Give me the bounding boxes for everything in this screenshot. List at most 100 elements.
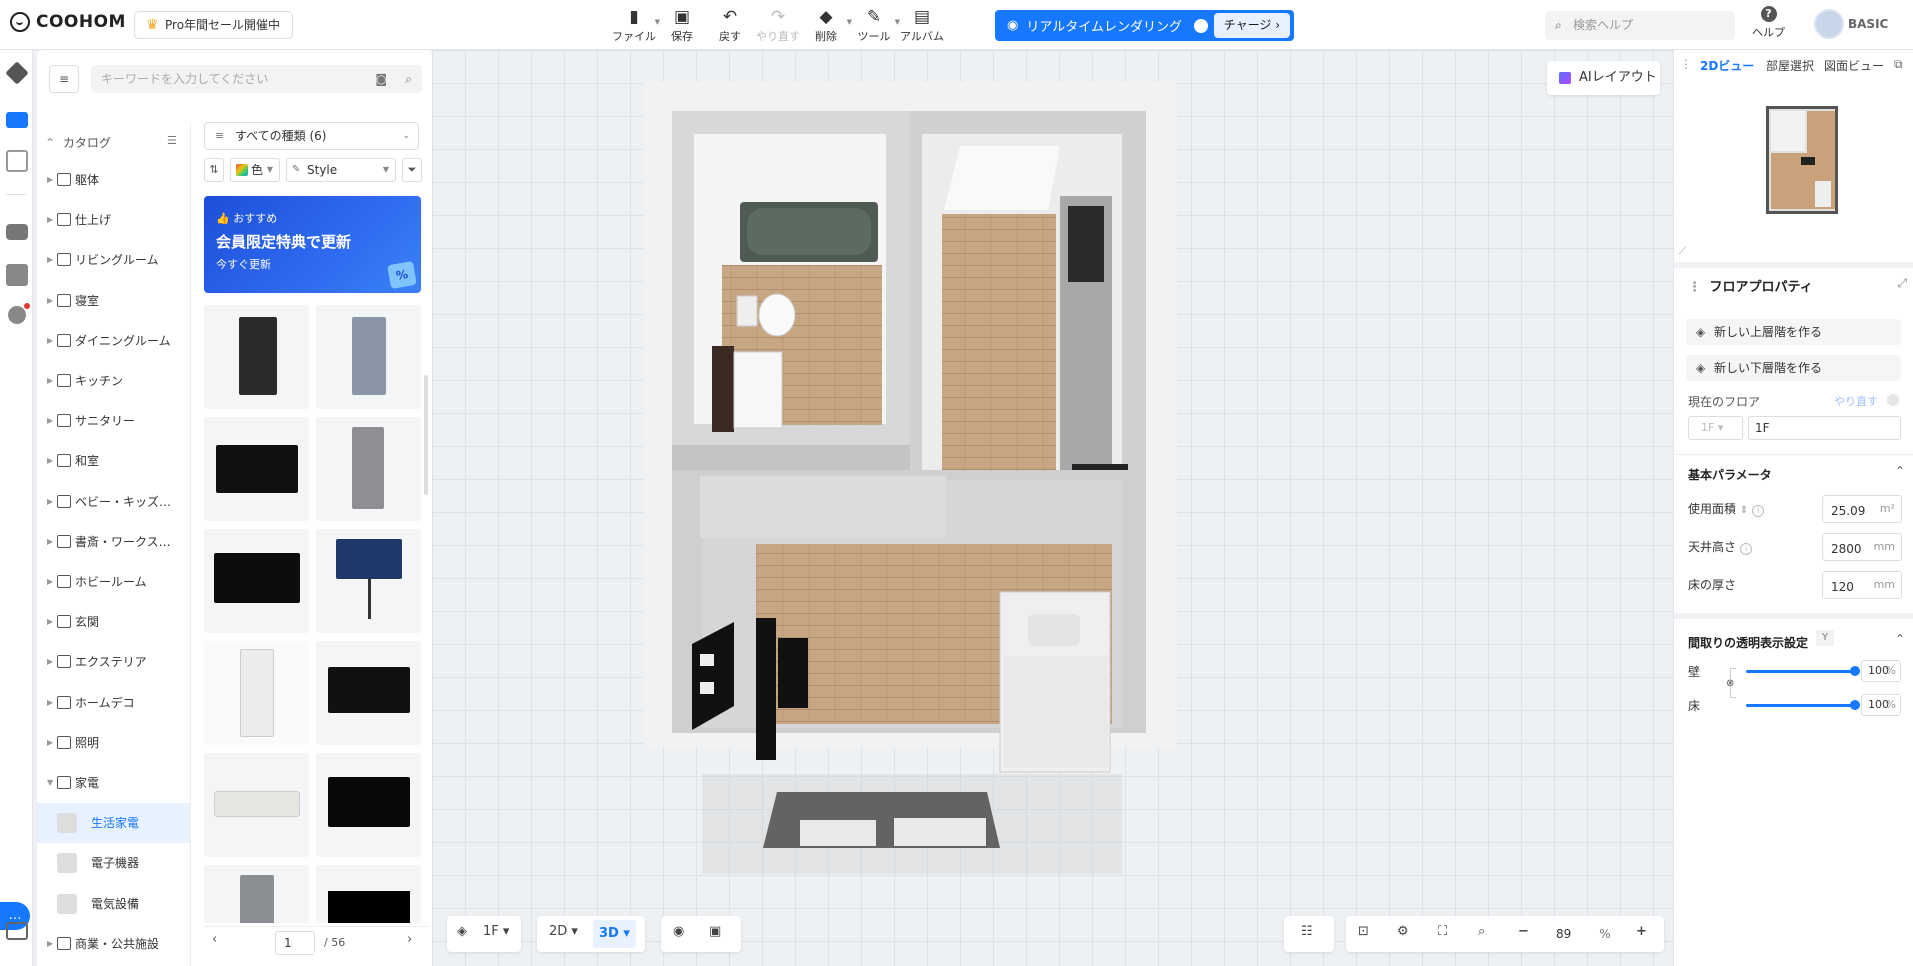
tree-item[interactable]: ▶ キッチン <box>37 361 190 401</box>
save-button[interactable]: ▣ 保存 <box>660 4 704 44</box>
tree-item[interactable]: ▶ 書斎・ワークス… <box>37 522 190 562</box>
undo-button[interactable]: ↶ 戻す <box>708 4 752 44</box>
floor-dropdown[interactable]: 1F ▾ <box>1688 416 1743 440</box>
fit-view-icon[interactable]: ⊡ <box>1358 924 1369 939</box>
zoom-in-icon[interactable]: + <box>1636 924 1647 939</box>
box-icon[interactable] <box>6 264 28 286</box>
product-card[interactable] <box>204 641 309 745</box>
tree-item[interactable]: ▼ 家電 <box>37 763 190 803</box>
tools-button[interactable]: ✎ ツール ▼ <box>852 4 901 44</box>
filter-list-icon[interactable]: ☰ <box>167 134 177 147</box>
wall-opacity-input[interactable]: 100 % <box>1861 660 1901 682</box>
product-card[interactable] <box>204 417 309 521</box>
product-card[interactable] <box>316 641 421 745</box>
camera-icon[interactable] <box>6 224 28 240</box>
bulb-icon[interactable] <box>8 306 26 324</box>
tree-item[interactable]: ▶ 仕上げ <box>37 200 190 240</box>
popout-icon[interactable]: ⧉ <box>1894 57 1903 72</box>
product-card[interactable] <box>316 417 421 521</box>
furniture-icon[interactable] <box>6 112 28 128</box>
product-card[interactable] <box>316 529 421 633</box>
design-canvas[interactable] <box>432 50 1674 966</box>
sort-button[interactable]: ⇅ <box>204 158 224 182</box>
catalog-heading[interactable]: ⌃ カタログ <box>45 134 111 151</box>
ceiling-height-input[interactable]: 2800 mm <box>1822 533 1902 561</box>
eye-icon[interactable]: ◉ <box>673 924 684 939</box>
area-input[interactable]: 25.09 m² <box>1822 495 1902 523</box>
zoom-input[interactable]: 89% <box>1546 922 1626 946</box>
zoom-area-icon[interactable]: ⌕ <box>1478 924 1485 939</box>
wall-slider-knob[interactable] <box>1850 666 1860 676</box>
product-card[interactable] <box>316 305 421 409</box>
next-page-icon[interactable]: › <box>407 932 412 947</box>
minimap[interactable] <box>1766 106 1838 214</box>
tree-item[interactable]: ▶ 躯体 <box>37 160 190 200</box>
panel-toggle-icon[interactable] <box>6 922 28 940</box>
tree-item[interactable]: ▶ 玄関 <box>37 602 190 642</box>
floor-thickness-input[interactable]: 120 mm <box>1822 571 1902 599</box>
tree-item[interactable]: ▶ 照明 <box>37 723 190 763</box>
layers-icon[interactable] <box>5 61 29 85</box>
delete-button[interactable]: ◆ 削除 ▼ <box>804 4 852 44</box>
tab-2d-view[interactable]: 2Dビュー <box>1700 57 1754 74</box>
resize-handle-icon[interactable]: ⟋ <box>1679 246 1686 257</box>
help-button[interactable]: ? ヘルプ <box>1752 6 1785 40</box>
search-icon[interactable]: ⌕ <box>405 65 412 93</box>
catalog-scrollbar[interactable] <box>424 375 428 495</box>
promo-button[interactable]: ♛ Pro年間セール開催中 <box>134 11 294 39</box>
avatar[interactable] <box>1814 9 1844 39</box>
tree-item[interactable]: ▶ ホームデコ <box>37 683 190 723</box>
tree-item[interactable]: ▶ ベビー・キッズ… <box>37 482 190 522</box>
zoom-out-icon[interactable]: − <box>1518 924 1529 939</box>
realtime-render-button[interactable]: ◉ リアルタイムレンダリング ▾ チャージ › <box>995 10 1294 41</box>
tree-subitem[interactable]: 生活家電 <box>37 803 190 844</box>
ai-layout-button[interactable]: AIレイアウト <box>1547 61 1660 95</box>
prev-page-icon[interactable]: ‹ <box>212 932 217 947</box>
charge-button[interactable]: チャージ › <box>1213 13 1290 38</box>
render-toggle[interactable] <box>1193 18 1208 33</box>
tree-item[interactable]: ▶ サニタリー <box>37 401 190 441</box>
product-card[interactable] <box>316 753 421 857</box>
new-lower-floor-button[interactable]: ◈ 新しい下層階を作る <box>1686 355 1901 381</box>
file-button[interactable]: ▮ ファイル ▼ <box>612 4 660 44</box>
new-upper-floor-button[interactable]: ◈ 新しい上層階を作る <box>1686 319 1901 345</box>
collapse-panel-button[interactable]: ≡ <box>49 65 79 93</box>
drag-handle-icon[interactable]: ⋮ <box>1688 280 1701 295</box>
layers-stack-icon[interactable]: ◈ <box>457 924 467 939</box>
tree-item[interactable]: ▶ 寝室 <box>37 281 190 321</box>
color-filter[interactable]: 色 ▼ <box>230 158 280 182</box>
floor-select[interactable]: 1F ▾ <box>483 924 509 939</box>
catalog-search-input[interactable]: キーワードを入力してください ◙ ⌕ <box>91 65 422 93</box>
redo-button[interactable]: ↷ やり直す <box>756 4 800 44</box>
tree-subitem[interactable]: 電子機器 <box>37 843 190 883</box>
toggle-settings-icon[interactable]: ☷ <box>1301 924 1313 939</box>
tree-subitem[interactable]: 電気設備 <box>37 884 190 924</box>
filter-icon[interactable]: ⏷ <box>402 158 422 182</box>
promo-banner[interactable]: 👍 おすすめ 会員限定特典で更新 今すぐ更新 % <box>204 196 421 293</box>
tree-item[interactable]: ▶ ダイニングルーム <box>37 321 190 361</box>
chevron-up-icon[interactable]: ⌃ <box>1895 464 1905 478</box>
help-search-input[interactable]: ⌕ 検索ヘルプ <box>1545 11 1735 40</box>
page-input[interactable]: 1 <box>275 931 315 955</box>
expand-icon[interactable]: ⤢ <box>1897 276 1907 291</box>
wall-opacity-slider[interactable] <box>1746 670 1854 673</box>
floor-slider-knob[interactable] <box>1850 700 1860 710</box>
album-button[interactable]: ▤ アルバム <box>900 4 944 44</box>
tree-item[interactable]: ▶ ホビールーム <box>37 562 190 602</box>
floor-plan-3d-view[interactable] <box>432 50 1674 966</box>
product-card[interactable] <box>204 305 309 409</box>
brand-logo[interactable]: COOHOM <box>10 12 126 32</box>
tree-item[interactable]: ▶ リビングルーム <box>37 240 190 280</box>
floor-opacity-input[interactable]: 100 % <box>1861 694 1901 716</box>
product-card[interactable] <box>204 753 309 857</box>
focus-icon[interactable]: ⛶ <box>1438 924 1447 939</box>
tab-room-select[interactable]: 部屋選択 <box>1766 57 1814 74</box>
view-settings-icon[interactable]: ⚙ <box>1397 924 1409 939</box>
chevron-up-icon[interactable]: ⌃ <box>1895 632 1905 646</box>
tree-item[interactable]: ▶ エクステリア <box>37 642 190 682</box>
tab-drawing-view[interactable]: 図面ビュー <box>1824 57 1884 74</box>
product-card[interactable] <box>204 529 309 633</box>
cube-icon[interactable]: ▣ <box>709 924 721 939</box>
product-card[interactable] <box>204 865 309 923</box>
user-menu[interactable]: BASIC <box>1814 9 1888 39</box>
